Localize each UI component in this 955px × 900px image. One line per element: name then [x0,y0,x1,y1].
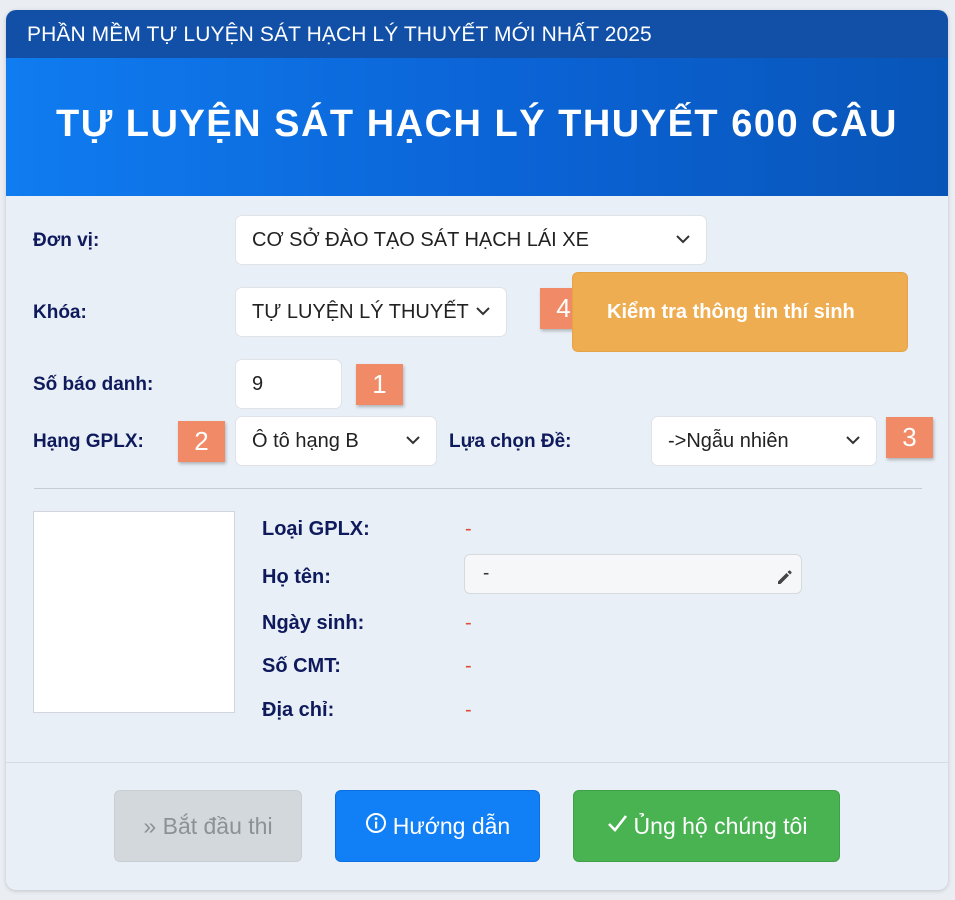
banner-title: TỰ LUYỆN SÁT HẠCH LÝ THUYẾT 600 CÂU [56,103,898,145]
ho-ten-label: Họ tên: [262,566,331,588]
so-cmt-label: Số CMT: [262,655,341,677]
step-badge-2: 2 [178,421,225,462]
banner: TỰ LUYỆN SÁT HẠCH LÝ THUYẾT 600 CÂU [6,58,948,196]
pencil-icon[interactable] [775,563,795,601]
so-bao-danh-value: 9 [252,373,264,395]
chevron-down-icon [404,417,422,465]
app-top-bar: PHẦN MỀM TỰ LUYỆN SÁT HẠCH LÝ THUYẾT MỚI… [6,10,948,58]
step-badge-1: 1 [356,364,403,405]
don-vi-select[interactable]: CƠ SỞ ĐÀO TẠO SÁT HẠCH LÁI XE [235,215,707,265]
dia-chi-label: Địa chỉ: [262,699,335,721]
ngay-sinh-label: Ngày sinh: [262,612,365,634]
start-exam-label: » Bắt đầu thi [143,813,273,839]
so-cmt-value: - [465,655,472,677]
hang-gplx-value: Ô tô hạng B [252,430,359,452]
khoa-select[interactable]: TỰ LUYỆN LÝ THUYẾT [235,287,507,337]
check-candidate-button[interactable]: Kiểm tra thông tin thí sinh [572,272,908,352]
footer-divider [6,762,948,763]
hang-gplx-select[interactable]: Ô tô hạng B [235,416,437,466]
so-bao-danh-input[interactable]: 9 [235,359,342,409]
hang-gplx-label: Hạng GPLX: [33,431,144,452]
chevron-down-icon [674,216,692,264]
start-exam-button[interactable]: » Bắt đầu thi [114,790,302,862]
lua-chon-de-select[interactable]: ->Ngẫu nhiên [651,416,877,466]
ho-ten-value: - [483,563,490,584]
khoa-value: TỰ LUYỆN LÝ THUYẾT [252,301,469,323]
so-bao-danh-label: Số báo danh: [33,374,154,395]
support-label: Ủng hộ chúng tôi [633,813,808,839]
don-vi-label: Đơn vị: [33,230,100,251]
don-vi-value: CƠ SỞ ĐÀO TẠO SÁT HẠCH LÁI XE [252,229,589,251]
info-circle-icon [365,791,387,861]
chevron-down-icon [844,417,862,465]
lua-chon-de-label: Lựa chọn Đề: [449,431,572,452]
section-divider [34,488,922,489]
khoa-label: Khóa: [33,302,87,323]
check-icon [606,791,628,861]
candidate-photo [33,511,235,713]
guide-label: Hướng dẫn [392,813,511,839]
dia-chi-value: - [465,699,472,721]
ho-ten-input[interactable]: - [464,554,802,594]
lua-chon-de-value: ->Ngẫu nhiên [668,430,789,452]
main-card: PHẦN MỀM TỰ LUYỆN SÁT HẠCH LÝ THUYẾT MỚI… [6,10,948,890]
app-top-title: PHẦN MỀM TỰ LUYỆN SÁT HẠCH LÝ THUYẾT MỚI… [27,23,652,46]
loai-gplx-value: - [465,518,472,540]
guide-button[interactable]: Hướng dẫn [335,790,540,862]
step-badge-3: 3 [886,417,933,458]
ngay-sinh-value: - [465,612,472,634]
support-button[interactable]: Ủng hộ chúng tôi [573,790,840,862]
chevron-down-icon [474,288,492,336]
loai-gplx-label: Loại GPLX: [262,518,370,540]
